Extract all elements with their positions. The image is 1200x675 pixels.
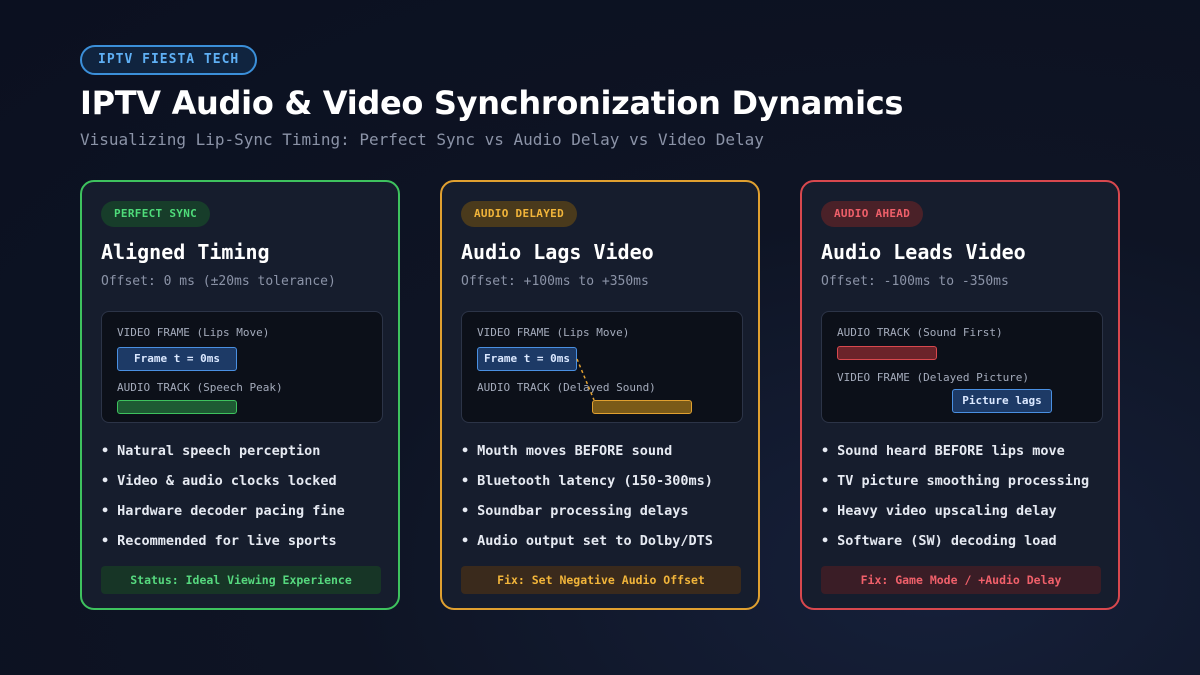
bullet-list: Natural speech perception Video & audio …: [101, 440, 345, 560]
offset-text: Offset: +100ms to +350ms: [461, 274, 649, 289]
card-audio-ahead: AUDIO AHEAD Audio Leads Video Offset: -1…: [800, 180, 1120, 610]
list-item: Bluetooth latency (150-300ms): [461, 470, 713, 500]
video-frame-label: VIDEO FRAME (Delayed Picture): [837, 371, 1030, 384]
timing-diagram: AUDIO TRACK (Sound First) VIDEO FRAME (D…: [821, 311, 1103, 423]
video-frame-label: VIDEO FRAME (Lips Move): [477, 326, 630, 339]
video-frame-block: Frame t = 0ms: [117, 347, 237, 371]
status-bar: Status: Ideal Viewing Experience: [101, 566, 381, 594]
brand-badge: IPTV FIESTA TECH: [80, 45, 258, 75]
list-item: Video & audio clocks locked: [101, 470, 345, 500]
timing-diagram: VIDEO FRAME (Lips Move) Frame t = 0ms AU…: [101, 311, 383, 423]
video-frame-block: Picture lags: [952, 389, 1052, 413]
list-item: Audio output set to Dolby/DTS: [461, 530, 713, 560]
card-title: Audio Leads Video: [821, 240, 1026, 264]
list-item: Software (SW) decoding load: [821, 530, 1089, 560]
status-bar: Fix: Game Mode / +Audio Delay: [821, 566, 1101, 594]
list-item: Hardware decoder pacing fine: [101, 500, 345, 530]
status-badge: PERFECT SYNC: [101, 201, 211, 227]
offset-text: Offset: 0 ms (±20ms tolerance): [101, 274, 336, 289]
audio-track-bar: [837, 346, 937, 360]
video-frame-label: VIDEO FRAME (Lips Move): [117, 326, 270, 339]
list-item: Heavy video upscaling delay: [821, 500, 1089, 530]
card-audio-delayed: AUDIO DELAYED Audio Lags Video Offset: +…: [440, 180, 760, 610]
timing-diagram: VIDEO FRAME (Lips Move) Frame t = 0ms AU…: [461, 311, 743, 423]
card-title: Audio Lags Video: [461, 240, 654, 264]
page-subtitle: Visualizing Lip-Sync Timing: Perfect Syn…: [80, 130, 764, 149]
status-badge: AUDIO DELAYED: [461, 201, 577, 227]
list-item: Natural speech perception: [101, 440, 345, 470]
status-bar: Fix: Set Negative Audio Offset: [461, 566, 741, 594]
page-title: IPTV Audio & Video Synchronization Dynam…: [80, 84, 904, 122]
audio-track-label: AUDIO TRACK (Speech Peak): [117, 381, 283, 394]
list-item: TV picture smoothing processing: [821, 470, 1089, 500]
bullet-list: Sound heard BEFORE lips move TV picture …: [821, 440, 1089, 560]
list-item: Mouth moves BEFORE sound: [461, 440, 713, 470]
list-item: Soundbar processing delays: [461, 500, 713, 530]
audio-track-bar: [117, 400, 237, 414]
audio-track-bar: [592, 400, 692, 414]
offset-text: Offset: -100ms to -350ms: [821, 274, 1009, 289]
list-item: Recommended for live sports: [101, 530, 345, 560]
audio-track-label: AUDIO TRACK (Delayed Sound): [477, 381, 656, 394]
card-title: Aligned Timing: [101, 240, 270, 264]
bullet-list: Mouth moves BEFORE sound Bluetooth laten…: [461, 440, 713, 560]
list-item: Sound heard BEFORE lips move: [821, 440, 1089, 470]
video-frame-block: Frame t = 0ms: [477, 347, 577, 371]
audio-track-label: AUDIO TRACK (Sound First): [837, 326, 1003, 339]
card-perfect-sync: PERFECT SYNC Aligned Timing Offset: 0 ms…: [80, 180, 400, 610]
status-badge: AUDIO AHEAD: [821, 201, 924, 227]
